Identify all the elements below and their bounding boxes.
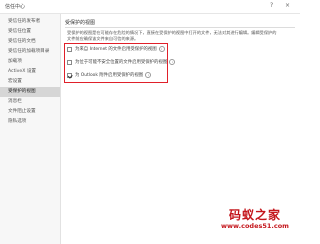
sidebar-item[interactable]: 隐私选项 [0,117,60,127]
option-label: 为 Outlook 附件启用受保护的视图 [75,73,144,78]
sidebar-item[interactable]: 宏设置 [0,77,60,87]
checkbox[interactable] [67,59,72,65]
sidebar-item[interactable]: 受信任的加载项目录 [0,47,60,57]
sidebar-item[interactable]: ActiveX 设置 [0,67,60,77]
sidebar-item[interactable]: 受信任位置 [0,27,60,37]
watermark-url: www.codes51.com [221,222,289,230]
sidebar-item[interactable]: 加载项 [0,57,60,67]
option-label: 为来自 Internet 的文件启用受保护的视图 [75,47,157,52]
close-icon[interactable]: × [285,2,290,10]
option-internet-files[interactable]: 为来自 Internet 的文件启用受保护的视图 i [67,45,165,53]
sidebar-nav: 受信任的发布者 受信任位置 受信任的文档 受信任的加载项目录 加载项 ActiveX 设置… [0,14,60,127]
description-line: 文件前应确保该文件来自可信的来源。 [67,36,139,41]
sidebar-item[interactable]: 受保护的视图 [0,87,60,97]
info-icon: i [145,72,152,78]
info-icon: i [169,59,176,65]
title-bar: 信任中心 ? × [0,0,300,14]
checkbox[interactable] [67,46,72,52]
sidebar-item[interactable]: 受信任的发布者 [0,17,60,27]
section-divider [65,27,295,28]
info-icon: i [158,46,165,52]
watermark-title: 码蚁之家 [228,208,281,222]
watermark-logo: 码蚁之家 www.codes51.com [213,208,297,230]
description-text: 受保护的视图是在可能存在危险的情况下，直接在受保护的视图中打开的文件，无法对其进… [67,30,299,42]
help-icon[interactable]: ? [270,2,273,10]
sidebar-item[interactable]: 文件阻止设置 [0,107,60,117]
option-label: 为位于可能不安全位置的文件启用受保护的视图 [75,60,168,65]
window-title: 信任中心 [5,4,26,10]
option-unsafe-locations[interactable]: 为位于可能不安全位置的文件启用受保护的视图 i [67,58,176,66]
sidebar-item[interactable]: 消息栏 [0,97,60,107]
checkbox[interactable] [67,72,72,78]
sidebar: 受信任的发布者 受信任位置 受信任的文档 受信任的加载项目录 加载项 ActiveX 设置… [0,14,61,244]
option-outlook-attachments[interactable]: 为 Outlook 附件启用受保护的视图 i [67,71,152,79]
section-title: 受保护的视图 [65,20,96,26]
sidebar-item[interactable]: 受信任的文档 [0,37,60,47]
